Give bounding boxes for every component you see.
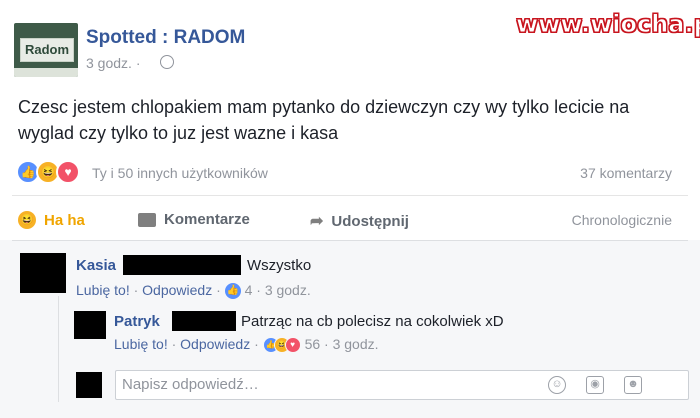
haha-icon: 😆: [18, 211, 36, 229]
reply-meta: Lubię to! · Odpowiedz · 👍😆 ♥ 56 · 3 godz.: [114, 336, 379, 354]
share-arrow-icon: ➦: [310, 213, 324, 230]
like-icon: 👍: [224, 283, 241, 300]
comment-button[interactable]: Komentarze: [138, 211, 250, 228]
comment-icon: [138, 212, 156, 227]
comment-author-link[interactable]: Kasia: [76, 257, 116, 274]
globe-icon: [160, 55, 174, 69]
emoji-icon[interactable]: ☺: [548, 376, 566, 394]
haha-label: Ha ha: [44, 211, 85, 229]
divider: [12, 240, 688, 241]
comments-count-link[interactable]: 37 komentarzy: [580, 165, 672, 181]
camera-icon[interactable]: ◉: [586, 376, 604, 394]
page-name-link[interactable]: Spotted : RADOM: [86, 27, 245, 49]
reply-reply-link[interactable]: Odpowiedz: [180, 336, 250, 352]
comment-meta: Lubię to! · Odpowiedz · 👍 4 · 3 godz.: [76, 282, 311, 300]
comment-reply-link[interactable]: Odpowiedz: [142, 282, 212, 298]
comment-label: Komentarze: [164, 211, 250, 228]
sort-order-dropdown[interactable]: Chronologicznie: [572, 212, 672, 228]
comment-like-link[interactable]: Lubię to!: [76, 282, 130, 298]
comment-reaction-count[interactable]: 4: [245, 282, 253, 298]
reply-time[interactable]: 3 godz.: [333, 336, 379, 352]
reply-like-link[interactable]: Lubię to!: [114, 336, 168, 352]
reply-avatar-redacted[interactable]: [74, 311, 106, 339]
love-icon: ♥: [284, 337, 301, 354]
haha-reaction-button[interactable]: 😆 Ha ha: [18, 211, 85, 229]
avatar-sign-text: Radom: [20, 38, 74, 62]
page-avatar[interactable]: Radom: [14, 23, 78, 77]
sticker-icon[interactable]: ☻: [624, 376, 642, 394]
comment-avatar-redacted[interactable]: [20, 253, 66, 293]
current-user-avatar-redacted: [76, 372, 102, 398]
share-label: Udostępnij: [331, 212, 409, 230]
share-button[interactable]: ➦ Udostępnij: [310, 211, 409, 231]
reply-input-placeholder[interactable]: Napisz odpowiedź…: [122, 376, 259, 393]
watermark: www.wiocha.pl: [515, 10, 700, 39]
divider: [12, 195, 688, 196]
redacted-surname: [123, 255, 241, 275]
reply-thread-line: [58, 296, 59, 402]
comment-time[interactable]: 3 godz.: [265, 282, 311, 298]
post-text: Czesc jestem chlopakiem mam pytanko do d…: [18, 97, 630, 143]
post-timestamp[interactable]: 3 godz. ·: [86, 55, 140, 71]
reply-text: Patrząc na cb polecisz na cokolwiek xD: [241, 313, 504, 330]
reply-author-link[interactable]: Patryk: [114, 313, 160, 330]
redacted-surname: [172, 311, 236, 331]
avatar-decoration: [14, 68, 78, 77]
comment-text: Wszystko: [247, 257, 312, 274]
love-icon[interactable]: ♥: [56, 160, 80, 184]
reactions-summary-link[interactable]: Ty i 50 innych użytkowników: [92, 165, 268, 181]
reply-reaction-count[interactable]: 56: [305, 336, 321, 352]
